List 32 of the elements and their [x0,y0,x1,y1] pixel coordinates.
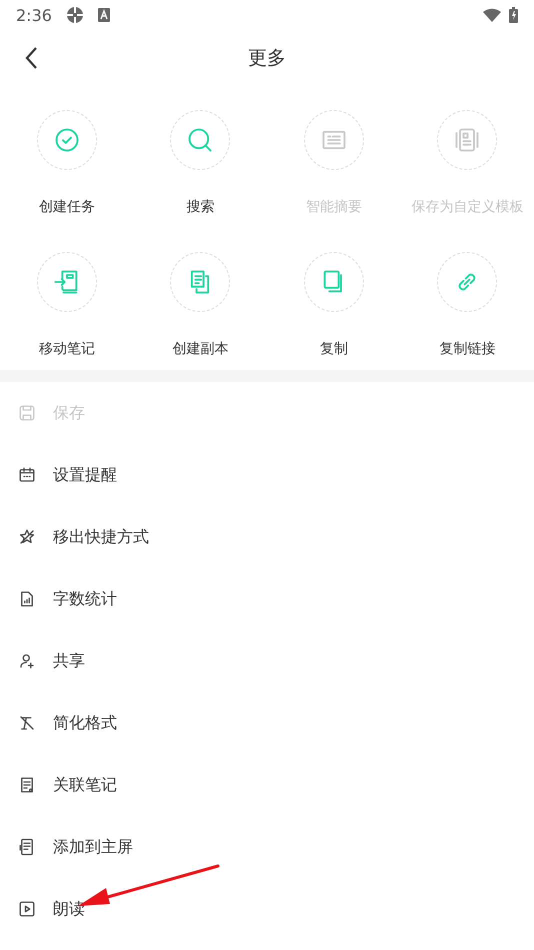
clear-format-icon [18,714,36,732]
action-button[interactable]: 复制链接 [400,252,534,358]
play-icon [18,900,36,918]
action-button[interactable]: 移动笔记 [0,252,134,358]
aperture-icon [66,6,84,24]
star-off-icon [18,528,36,546]
keyboard-icon [98,8,110,22]
page-title: 更多 [248,46,286,71]
action-button[interactable]: 创建副本 [134,252,267,358]
menu-item[interactable]: 关联笔记 [0,754,534,816]
status-time: 2:36 [16,6,52,24]
action-button[interactable]: 复制 [267,252,400,358]
menu-item[interactable]: 设置提醒 [0,444,534,506]
menu-item[interactable]: 移出快捷方式 [0,506,534,568]
menu-item[interactable]: 共享 [0,630,534,692]
battery-icon [509,7,518,23]
home-screen-icon [18,838,36,856]
menu-item[interactable]: 朗读 [0,878,534,940]
document-chart-icon [18,590,36,608]
person-plus-icon [18,652,36,670]
action-button[interactable]: 搜索 [134,110,267,216]
menu-item[interactable]: 添加到主屏 [0,816,534,878]
save-icon [18,404,36,422]
calendar-icon [18,466,36,484]
template-icon [453,126,482,154]
action-button[interactable]: 创建任务 [0,110,134,216]
search-icon [186,126,214,154]
menu-item[interactable]: 简化格式 [0,692,534,754]
menu-item[interactable]: 字数统计 [0,568,534,630]
linked-note-icon [18,776,36,794]
wifi-icon [483,8,501,22]
check-circle-icon [52,126,81,154]
